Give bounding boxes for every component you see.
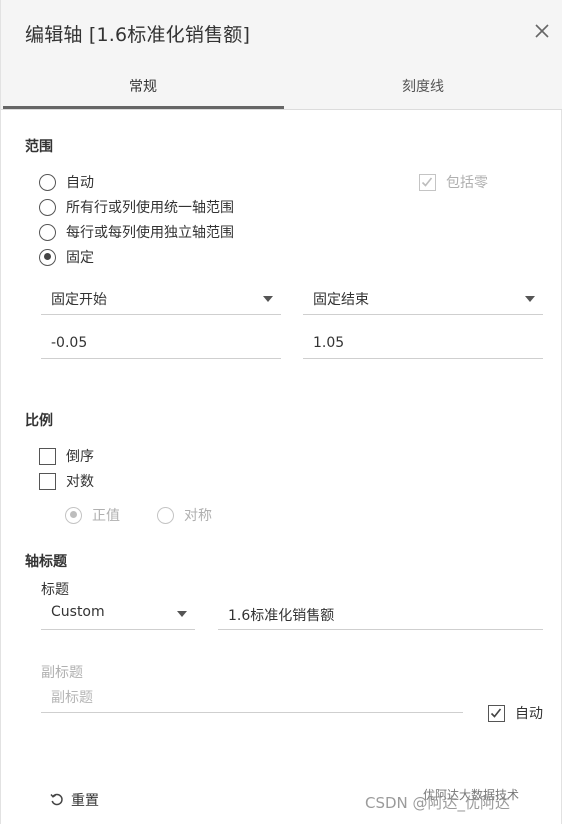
subtitle-auto-checkbox[interactable]: 自动 [488, 703, 543, 723]
checkbox-icon[interactable] [39, 472, 56, 490]
include-zero-checkbox[interactable]: 包括零 [419, 172, 488, 192]
range-uniform-label: 所有行或列使用统一轴范围 [66, 200, 234, 216]
caret-down-icon [263, 296, 273, 302]
reset-icon [50, 793, 63, 806]
radio-selected-icon[interactable] [65, 506, 82, 524]
radio-selected-icon[interactable] [39, 248, 56, 266]
radio-icon[interactable] [39, 198, 56, 216]
close-icon [535, 24, 549, 38]
fixed-start-input[interactable] [41, 327, 281, 359]
log-symmetric-option[interactable]: 对称 [157, 505, 212, 525]
radio-icon[interactable] [157, 506, 174, 524]
reset-label: 重置 [71, 793, 99, 809]
caret-down-icon [177, 611, 187, 617]
tab-tick-marks[interactable]: 刻度线 [283, 76, 562, 96]
range-fixed-option[interactable]: 固定 [39, 247, 94, 267]
tab-general[interactable]: 常规 [3, 76, 283, 96]
edit-axis-dialog: 编辑轴 [1.6标准化销售额] 常规 刻度线 范围 自动 所有行或列使用统一轴范… [0, 0, 562, 824]
range-heading: 范围 [25, 139, 53, 155]
include-zero-label: 包括零 [446, 175, 488, 191]
axis-titles-heading: 轴标题 [25, 554, 67, 570]
fixed-end-mode: 固定结束 [313, 292, 369, 308]
radio-icon[interactable] [39, 173, 56, 191]
range-independent-label: 每行或每列使用独立轴范围 [66, 225, 234, 241]
fixed-end-dropdown[interactable]: 固定结束 [303, 285, 543, 315]
reversed-checkbox[interactable]: 倒序 [39, 446, 94, 466]
reset-button[interactable]: 重置 [49, 790, 99, 810]
dialog-header: 编辑轴 [1.6标准化销售额] 常规 刻度线 [1, 0, 562, 110]
checkbox-icon[interactable] [39, 447, 56, 465]
fixed-start-dropdown[interactable]: 固定开始 [41, 285, 281, 315]
fixed-start-mode: 固定开始 [51, 292, 107, 308]
checkbox-checked-icon[interactable] [419, 173, 436, 191]
title-mode-value: Custom [51, 604, 105, 620]
title-input[interactable] [218, 600, 543, 630]
subtitle-input[interactable] [41, 683, 463, 713]
range-fixed-label: 固定 [66, 250, 94, 266]
subtitle-auto-label: 自动 [515, 706, 543, 722]
dialog-title: 编辑轴 [1.6标准化销售额] [25, 24, 251, 46]
scale-heading: 比例 [25, 413, 53, 429]
range-auto-label: 自动 [66, 175, 94, 191]
range-auto-option[interactable]: 自动 [39, 172, 94, 192]
log-positive-label: 正值 [92, 508, 120, 524]
log-positive-option[interactable]: 正值 [65, 505, 120, 525]
fixed-end-input[interactable] [303, 327, 543, 359]
reversed-label: 倒序 [66, 449, 94, 465]
range-independent-option[interactable]: 每行或每列使用独立轴范围 [39, 222, 234, 242]
watermark-text: CSDN @阿达_优阿达 [365, 794, 511, 812]
subtitle-label: 副标题 [41, 665, 83, 681]
title-mode-dropdown[interactable]: Custom [41, 600, 195, 630]
range-uniform-option[interactable]: 所有行或列使用统一轴范围 [39, 197, 234, 217]
logarithmic-label: 对数 [66, 474, 94, 490]
close-button[interactable] [529, 18, 555, 44]
title-label: 标题 [41, 582, 69, 598]
caret-down-icon [525, 296, 535, 302]
radio-icon[interactable] [39, 223, 56, 241]
logarithmic-checkbox[interactable]: 对数 [39, 471, 94, 491]
checkbox-checked-icon[interactable] [488, 704, 505, 722]
log-symmetric-label: 对称 [184, 508, 212, 524]
header-divider [1, 109, 562, 110]
